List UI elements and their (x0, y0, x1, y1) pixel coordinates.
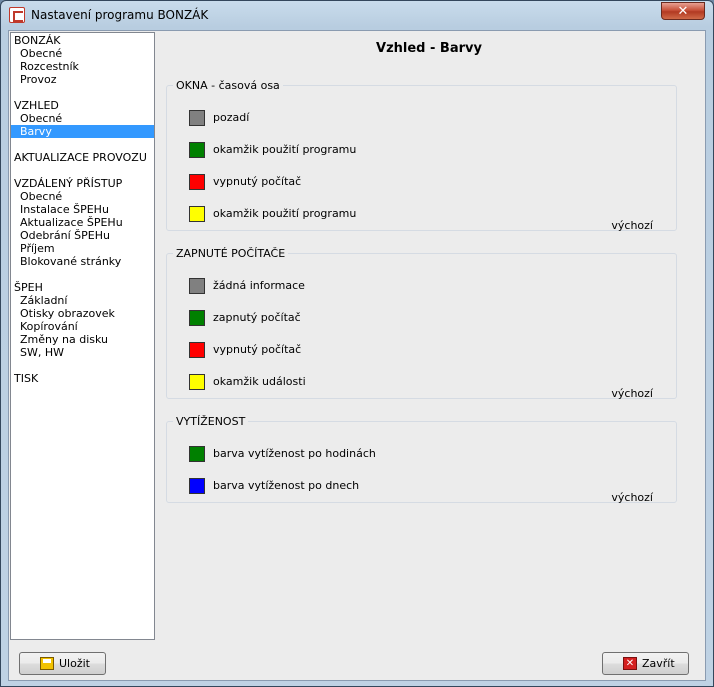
tree-item[interactable]: SW, HW (11, 346, 154, 359)
window-title: Nastavení programu BONZÁK (31, 8, 209, 22)
color-row-label: žádná informace (213, 279, 305, 292)
tree-item[interactable]: Odebrání ŠPEHu (11, 229, 154, 242)
app-logo-icon (9, 7, 25, 23)
color-swatch[interactable] (189, 278, 205, 294)
save-button-label: Uložit (59, 657, 90, 670)
tree-item[interactable]: Příjem (11, 242, 154, 255)
page-title: Vzhled - Barvy (376, 41, 482, 56)
group-okna-legend: OKNA - časová osa (176, 79, 280, 92)
color-row-label: okamžik použití programu (213, 207, 357, 220)
group-vytizenost-legend: VYTÍŽENOST (176, 415, 246, 428)
color-swatch[interactable] (189, 142, 205, 158)
color-swatch[interactable] (189, 174, 205, 190)
settings-content-panel: Vzhled - Barvy OKNA - časová osa pozadí o… (154, 32, 704, 640)
reset-default-link[interactable]: výchozí (611, 387, 653, 400)
close-button-label: Zavřít (642, 657, 675, 670)
tree-item[interactable]: Instalace ŠPEHu (11, 203, 154, 216)
color-row-label: okamžik události (213, 375, 306, 388)
color-row-label: barva vytíženost po dnech (213, 479, 360, 492)
color-row-label: zapnutý počítač (213, 311, 301, 324)
color-swatch[interactable] (189, 374, 205, 390)
group-zapnute-pocitace: ZAPNUTÉ POČÍTAČE žádná informace zapnutý … (166, 247, 677, 400)
reset-default-link[interactable]: výchozí (611, 491, 653, 504)
settings-window: Nastavení programu BONZÁK ✕ BONZÁK Obecné… (0, 0, 714, 687)
tree-item[interactable]: Rozcestník (11, 60, 154, 73)
tree-item[interactable]: Aktualizace ŠPEHu (11, 216, 154, 229)
group-okna: OKNA - časová osa pozadí okamžik použití … (166, 79, 677, 232)
tree-category[interactable]: VZDÁLENÝ PŘÍSTUP (11, 177, 154, 190)
tree-category[interactable]: BONZÁK (11, 34, 154, 47)
color-row-label: pozadí (213, 111, 250, 124)
reset-default-link[interactable]: výchozí (611, 219, 653, 232)
tree-category[interactable]: TISK (11, 372, 154, 385)
tree-item[interactable]: Obecné (11, 112, 154, 125)
client-area: BONZÁK Obecné Rozcestník Provoz VZHLED Obecné… (8, 30, 706, 681)
save-button[interactable]: Uložit (19, 652, 106, 675)
group-zapnute-pocitace-legend: ZAPNUTÉ POČÍTAČE (176, 247, 286, 260)
color-swatch[interactable] (189, 342, 205, 358)
tree-item[interactable]: Změny na disku (11, 333, 154, 346)
color-row-label: vypnutý počítač (213, 175, 302, 188)
color-row-label: vypnutý počítač (213, 343, 302, 356)
color-swatch[interactable] (189, 446, 205, 462)
tree-item[interactable]: Otisky obrazovek (11, 307, 154, 320)
window-close-button[interactable]: ✕ (661, 2, 705, 20)
group-vytizenost: VYTÍŽENOST barva vytíženost po hodinách b… (166, 415, 677, 504)
color-swatch[interactable] (189, 310, 205, 326)
floppy-disk-icon (40, 657, 54, 670)
tree-item[interactable]: Kopírování (11, 320, 154, 333)
settings-navigation-tree[interactable]: BONZÁK Obecné Rozcestník Provoz VZHLED Obecné… (10, 32, 155, 640)
color-row-label: okamžik použití programu (213, 143, 357, 156)
tree-item[interactable]: Obecné (11, 47, 154, 60)
tree-category[interactable]: ŠPEH (11, 281, 154, 294)
tree-item[interactable]: Blokované stránky (11, 255, 154, 268)
tree-category[interactable]: AKTUALIZACE PROVOZU (11, 151, 154, 164)
color-swatch[interactable] (189, 110, 205, 126)
color-swatch[interactable] (189, 478, 205, 494)
tree-item[interactable]: Obecné (11, 190, 154, 203)
color-row-label: barva vytíženost po hodinách (213, 447, 376, 460)
close-x-icon: ✕ (623, 657, 637, 670)
tree-category[interactable]: VZHLED (11, 99, 154, 112)
tree-item[interactable]: Provoz (11, 73, 154, 86)
tree-item[interactable]: Základní (11, 294, 154, 307)
tree-item[interactable]: Barvy (11, 125, 154, 138)
color-swatch[interactable] (189, 206, 205, 222)
title-bar[interactable]: Nastavení programu BONZÁK ✕ (1, 1, 713, 29)
close-button[interactable]: ✕ Zavřít (602, 652, 689, 675)
